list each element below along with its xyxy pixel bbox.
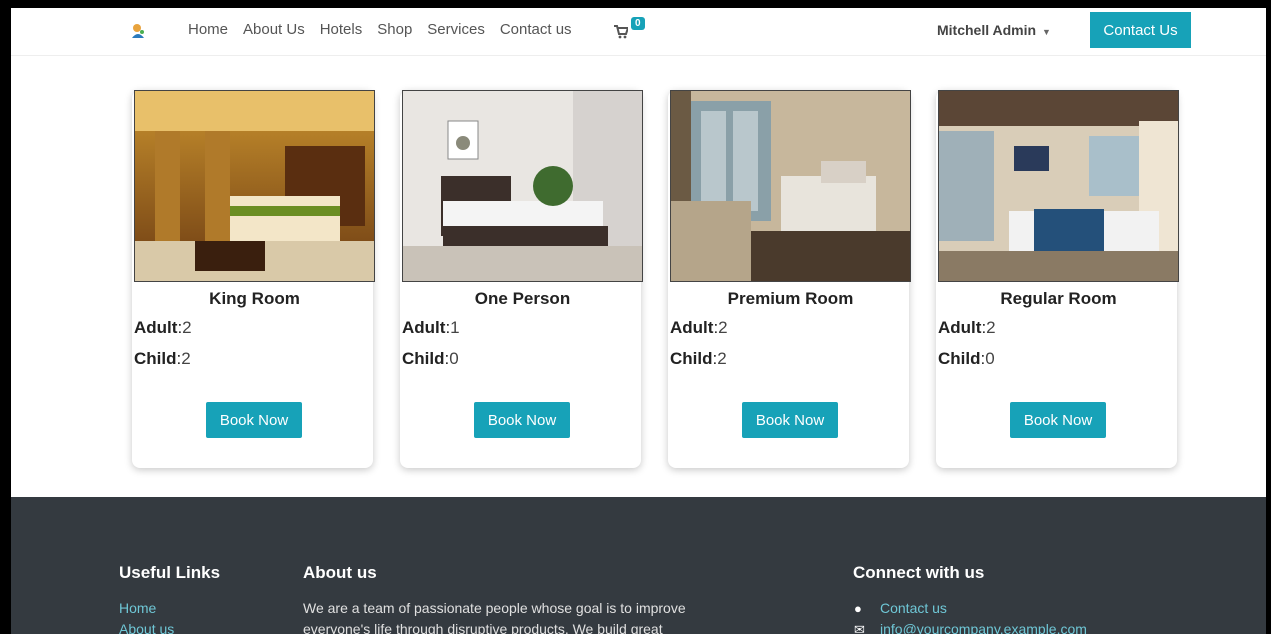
chat-icon: ● [854,601,862,616]
room-card: Premium Room Adult:2 Child:2 Book Now [668,90,911,468]
room-image [938,90,1179,282]
connect-contact-link[interactable]: Contact us [880,600,947,616]
nav-hotels[interactable]: Hotels [320,21,363,38]
room-card: Regular Room Adult:2 Child:0 Book Now [936,90,1179,468]
contact-us-button[interactable]: Contact Us [1090,12,1191,48]
logo-icon[interactable] [129,22,147,40]
caret-down-icon: ▼ [1042,27,1051,37]
room-name: Regular Room [1000,289,1117,308]
child-row: Child:0 [938,349,995,368]
adult-row: Adult:1 [402,318,460,337]
room-image [402,90,643,282]
connect-email-link[interactable]: info@yourcompany.example.com [880,621,1087,634]
book-now-button[interactable]: Book Now [206,402,302,438]
adult-row: Adult:2 [134,318,192,337]
room-image [670,90,911,282]
adult-row: Adult:2 [938,318,996,337]
user-menu[interactable]: Mitchell Admin ▼ [937,22,1051,38]
connect-title: Connect with us [853,563,985,582]
browser-page: Home About Us Hotels Shop Services Conta… [11,8,1266,634]
cart-icon[interactable] [614,25,628,39]
book-now-button[interactable]: Book Now [742,402,838,438]
child-row: Child:0 [402,349,459,368]
nav-menu: Home About Us Hotels Shop Services Conta… [188,21,587,38]
room-image [134,90,375,282]
about-text-line-1: We are a team of passionate people whose… [303,600,686,616]
room-name: One Person [474,289,571,308]
navbar: Home About Us Hotels Shop Services Conta… [11,8,1266,56]
room-card: One Person Adult:1 Child:0 Book Now [400,90,643,468]
useful-links-title: Useful Links [119,563,221,582]
book-now-button[interactable]: Book Now [1010,402,1106,438]
room-name: Premium Room [727,289,854,308]
room-name: King Room [209,289,300,308]
footer-link-home[interactable]: Home [119,600,156,616]
footer: Useful Links Home About us About us We a… [11,497,1266,634]
footer-link-about[interactable]: About us [119,621,174,634]
envelope-icon: ✉ [854,622,865,634]
cart-count-badge: 0 [631,17,645,30]
nav-home[interactable]: Home [188,21,228,38]
nav-shop[interactable]: Shop [377,21,412,38]
child-row: Child:2 [134,349,191,368]
adult-row: Adult:2 [670,318,728,337]
about-text-line-2: everyone's life through disruptive produ… [303,621,663,634]
room-card: King Room Adult:2 Child:2 Book Now [132,90,375,468]
book-now-button[interactable]: Book Now [474,402,570,438]
child-row: Child:2 [670,349,727,368]
nav-services[interactable]: Services [427,21,485,38]
nav-about-us[interactable]: About Us [243,21,305,38]
nav-contact-us[interactable]: Contact us [500,21,572,38]
about-us-title: About us [303,563,377,582]
user-name: Mitchell Admin [937,22,1037,38]
